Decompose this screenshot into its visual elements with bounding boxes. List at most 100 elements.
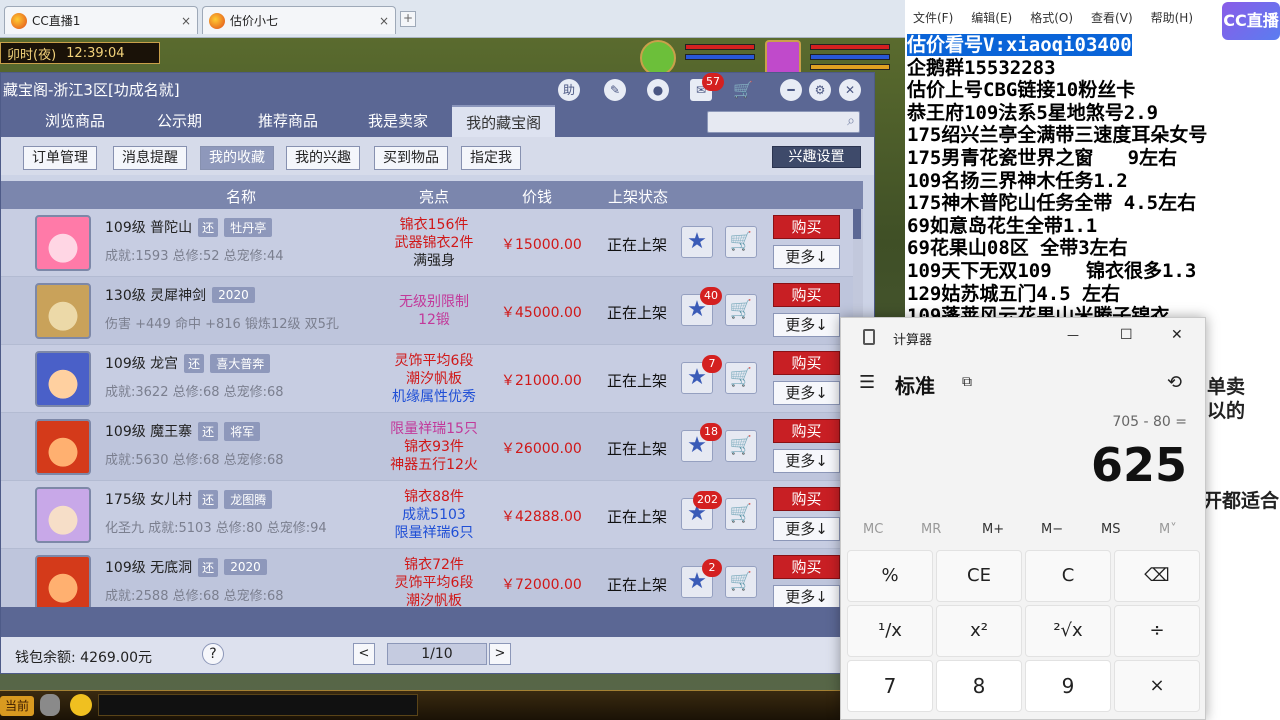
keep-on-top-icon[interactable]: ⧉ bbox=[962, 374, 972, 390]
memory-button-5[interactable]: M˅ bbox=[1159, 522, 1177, 537]
buy-button[interactable]: 购买 bbox=[773, 419, 840, 443]
message-icon[interactable]: ✉ 57 bbox=[690, 73, 724, 101]
order-management-button[interactable]: 订单管理 bbox=[23, 146, 97, 170]
favorite-star-icon[interactable]: ★ bbox=[681, 226, 713, 258]
cart-icon[interactable]: 🛒 bbox=[732, 79, 754, 101]
buy-button[interactable]: 购买 bbox=[773, 351, 840, 375]
assigned-to-me-button[interactable]: 指定我 bbox=[461, 146, 521, 170]
memory-button-0[interactable]: MC bbox=[863, 522, 883, 537]
character-avatar[interactable] bbox=[35, 419, 91, 475]
memory-button-4[interactable]: MS bbox=[1101, 522, 1120, 537]
character-avatar[interactable] bbox=[35, 215, 91, 271]
menu-help[interactable]: 帮助(H) bbox=[1151, 9, 1193, 26]
help-icon[interactable]: ? bbox=[202, 643, 224, 665]
close-icon[interactable]: × bbox=[181, 14, 191, 28]
cart-icon[interactable]: 🛒 bbox=[725, 566, 757, 598]
tab-my-cbg[interactable]: 我的藏宝阁 bbox=[452, 105, 556, 137]
favorite-star-icon[interactable]: ★ 202 bbox=[681, 491, 722, 530]
close-icon[interactable]: ✕ bbox=[839, 79, 861, 101]
scrollbar-thumb[interactable] bbox=[853, 209, 861, 239]
search-input[interactable]: ⌕ bbox=[707, 111, 860, 133]
character-avatar[interactable] bbox=[35, 487, 91, 543]
help-button[interactable]: 助 bbox=[558, 79, 580, 101]
browser-tab-valuation[interactable]: 估价小七 × bbox=[202, 6, 396, 34]
minimize-icon[interactable]: — bbox=[1067, 328, 1079, 342]
key-clear-button[interactable]: C bbox=[1025, 550, 1111, 602]
cart-icon[interactable]: 🛒 bbox=[725, 226, 757, 258]
new-tab-button[interactable]: + bbox=[400, 11, 416, 27]
item-title[interactable]: 109级 普陀山还牡丹亭 bbox=[105, 217, 273, 237]
buy-button[interactable]: 购买 bbox=[773, 487, 840, 511]
item-title[interactable]: 109级 龙宫还喜大普奔 bbox=[105, 353, 271, 373]
cart-icon[interactable]: 🛒 bbox=[725, 294, 757, 326]
player-portrait[interactable] bbox=[765, 40, 801, 76]
key-divide-button[interactable]: ÷ bbox=[1114, 605, 1200, 657]
cart-icon[interactable]: 🛒 bbox=[725, 430, 757, 462]
menu-file[interactable]: 文件(F) bbox=[913, 9, 953, 26]
my-favorites-button[interactable]: 我的收藏 bbox=[200, 146, 274, 170]
menu-format[interactable]: 格式(O) bbox=[1030, 9, 1073, 26]
notepad-text-area[interactable]: 估价看号V:xiaoqi03400 企鹅群15532283 估价上号CBG链接10粉… bbox=[907, 34, 1280, 328]
key-square-button[interactable]: x² bbox=[936, 605, 1022, 657]
chat-channel-current[interactable]: 当前 bbox=[0, 696, 34, 716]
next-page-button[interactable]: > bbox=[489, 643, 511, 665]
key-backspace-button[interactable]: ⌫ bbox=[1114, 550, 1200, 602]
favorite-star-icon[interactable]: ★ 18 bbox=[681, 423, 722, 462]
more-button[interactable]: 更多↓ bbox=[773, 517, 840, 541]
table-row[interactable]: 175级 女儿村还龙图腾 化圣九 成就:5103 总修:80 总宠修:94 锦衣88… bbox=[1, 481, 856, 549]
tab-browse[interactable]: 浏览商品 bbox=[1, 105, 137, 137]
key-seven-button[interactable]: 7 bbox=[847, 660, 933, 712]
table-row[interactable]: 109级 龙宫还喜大普奔 成就:3622 总修:68 总宠修:68 灵饰平均6段 潮汐… bbox=[1, 345, 856, 413]
table-row[interactable]: 109级 魔王寨还将军 成就:5630 总修:68 总宠修:68 限量祥瑞15只 锦衣… bbox=[1, 413, 856, 481]
browser-tab-cc[interactable]: CC直播1 × bbox=[4, 6, 198, 34]
hamburger-menu-icon[interactable]: ☰ bbox=[859, 372, 875, 393]
table-row[interactable]: 109级 无底洞还 2020 成就:2588 总修:68 总宠修:68 锦衣72件 灵饰… bbox=[1, 549, 856, 607]
favorite-star-icon[interactable]: ★ 7 bbox=[681, 355, 722, 394]
interest-settings-button[interactable]: 兴趣设置 bbox=[772, 146, 861, 168]
favorite-star-icon[interactable]: ★ 2 bbox=[681, 559, 722, 598]
buy-button[interactable]: 购买 bbox=[773, 283, 840, 307]
tab-recommended[interactable]: 推荐商品 bbox=[230, 105, 342, 137]
purchased-items-button[interactable]: 买到物品 bbox=[374, 146, 448, 170]
key-clear-entry-button[interactable]: CE bbox=[936, 550, 1022, 602]
item-title[interactable]: 109级 无底洞还 2020 bbox=[105, 557, 267, 577]
microphone-icon[interactable] bbox=[40, 694, 60, 716]
buy-button[interactable]: 购买 bbox=[773, 555, 840, 579]
memory-button-1[interactable]: MR bbox=[921, 522, 941, 537]
key-percent-button[interactable]: % bbox=[847, 550, 933, 602]
emoji-icon[interactable] bbox=[70, 694, 92, 716]
key-eight-button[interactable]: 8 bbox=[936, 660, 1022, 712]
gear-icon[interactable]: ⚙ bbox=[809, 79, 831, 101]
more-button[interactable]: 更多↓ bbox=[773, 313, 840, 337]
more-button[interactable]: 更多↓ bbox=[773, 585, 840, 607]
close-icon[interactable]: ✕ bbox=[1171, 327, 1183, 343]
cart-icon[interactable]: 🛒 bbox=[725, 498, 757, 530]
item-title[interactable]: 175级 女儿村还龙图腾 bbox=[105, 489, 273, 509]
key-square-root-button[interactable]: ²√x bbox=[1025, 605, 1111, 657]
minimize-icon[interactable]: ━ bbox=[780, 79, 802, 101]
tab-seller[interactable]: 我是卖家 bbox=[342, 105, 452, 137]
close-icon[interactable]: × bbox=[379, 14, 389, 28]
buy-button[interactable]: 购买 bbox=[773, 215, 840, 239]
record-icon[interactable]: ● bbox=[647, 79, 669, 101]
prev-page-button[interactable]: < bbox=[353, 643, 375, 665]
history-icon[interactable]: ⟲ bbox=[1167, 372, 1182, 393]
maximize-icon[interactable]: ☐ bbox=[1120, 327, 1133, 343]
tab-public-notice[interactable]: 公示期 bbox=[137, 105, 230, 137]
character-avatar[interactable] bbox=[35, 351, 91, 407]
more-button[interactable]: 更多↓ bbox=[773, 449, 840, 473]
favorite-star-icon[interactable]: ★ 40 bbox=[681, 287, 722, 326]
table-row[interactable]: 109级 普陀山还牡丹亭 成就:1593 总修:52 总宠修:44 锦衣156件 武器… bbox=[1, 209, 856, 277]
my-interests-button[interactable]: 我的兴趣 bbox=[286, 146, 360, 170]
key-multiply-button[interactable]: × bbox=[1114, 660, 1200, 712]
more-button[interactable]: 更多↓ bbox=[773, 381, 840, 405]
memory-button-2[interactable]: M+ bbox=[982, 522, 1004, 537]
chat-input[interactable] bbox=[98, 694, 418, 716]
menu-view[interactable]: 查看(V) bbox=[1091, 9, 1133, 26]
cart-icon[interactable]: 🛒 bbox=[725, 362, 757, 394]
message-reminder-button[interactable]: 消息提醒 bbox=[113, 146, 187, 170]
menu-edit[interactable]: 编辑(E) bbox=[971, 9, 1012, 26]
item-title[interactable]: 109级 魔王寨还将军 bbox=[105, 421, 261, 441]
table-row[interactable]: 130级 灵犀神剑 2020 伤害 +449 命中 +816 锻炼12级 双5孔 无级… bbox=[1, 277, 856, 345]
more-button[interactable]: 更多↓ bbox=[773, 245, 840, 269]
